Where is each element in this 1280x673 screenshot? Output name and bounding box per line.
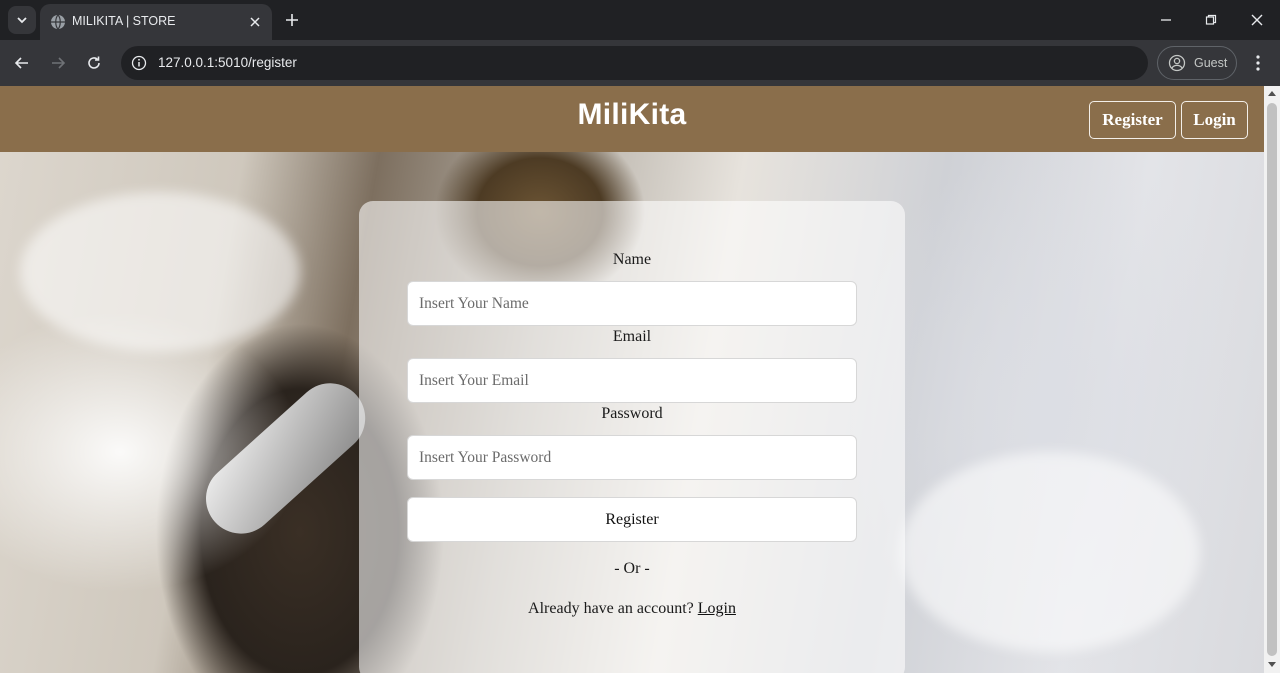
name-label: Name bbox=[612, 251, 652, 268]
register-form-card: Name Email Password Register - Or - Alre… bbox=[359, 201, 905, 673]
reload-button[interactable] bbox=[82, 51, 106, 75]
brand-logo[interactable]: MiliKita bbox=[0, 98, 1264, 132]
tab-title: MILIKITA | STORE bbox=[72, 14, 176, 28]
register-submit-button[interactable]: Register bbox=[407, 497, 857, 542]
password-label: Password bbox=[601, 405, 663, 422]
or-divider: - Or - bbox=[614, 560, 650, 577]
globe-icon bbox=[51, 14, 65, 30]
email-input[interactable] bbox=[407, 358, 857, 403]
nav-register-button[interactable]: Register bbox=[1089, 101, 1176, 139]
more-vertical-icon bbox=[1256, 55, 1260, 71]
scrollbar-thumb[interactable] bbox=[1267, 103, 1277, 656]
account-icon bbox=[1168, 54, 1186, 72]
url-text: 127.0.0.1:5010/register bbox=[158, 55, 297, 70]
login-link[interactable]: Login bbox=[698, 600, 736, 617]
new-tab-button[interactable] bbox=[280, 8, 304, 32]
scoop-image bbox=[191, 368, 380, 549]
tab-search-button[interactable] bbox=[8, 6, 36, 34]
scroll-up-arrow-icon[interactable] bbox=[1268, 91, 1276, 96]
back-button[interactable] bbox=[10, 51, 34, 75]
name-input[interactable] bbox=[407, 281, 857, 326]
arrow-left-icon bbox=[14, 57, 28, 69]
email-label: Email bbox=[612, 328, 652, 345]
browser-tab-active[interactable]: MILIKITA | STORE bbox=[40, 4, 272, 40]
vertical-scrollbar[interactable] bbox=[1264, 86, 1280, 673]
nav-login-button[interactable]: Login bbox=[1181, 101, 1248, 139]
minimize-icon bbox=[1161, 19, 1171, 21]
address-bar[interactable]: 127.0.0.1:5010/register bbox=[121, 46, 1148, 80]
login-prompt: Already have an account? Login bbox=[359, 600, 905, 618]
restore-button[interactable] bbox=[1199, 8, 1223, 32]
profile-button[interactable]: Guest bbox=[1157, 46, 1237, 80]
close-icon bbox=[1251, 14, 1263, 26]
browser-tab-strip: MILIKITA | STORE bbox=[0, 0, 1280, 40]
plus-icon bbox=[286, 14, 298, 26]
page-viewport: MiliKita Register Login Name Email Passw… bbox=[0, 86, 1280, 673]
reload-icon bbox=[88, 56, 100, 69]
site-navbar: MiliKita Register Login bbox=[0, 86, 1264, 152]
forward-button[interactable] bbox=[46, 51, 70, 75]
browser-toolbar: 127.0.0.1:5010/register Guest bbox=[0, 40, 1280, 86]
arrow-right-icon bbox=[52, 57, 66, 69]
chevron-down-icon bbox=[17, 17, 27, 24]
cloth-highlight bbox=[20, 192, 300, 352]
restore-icon bbox=[1205, 14, 1217, 25]
minimize-button[interactable] bbox=[1154, 8, 1178, 32]
close-window-button[interactable] bbox=[1245, 8, 1269, 32]
cloth-highlight bbox=[900, 452, 1200, 652]
info-icon[interactable] bbox=[129, 53, 149, 73]
profile-label: Guest bbox=[1194, 56, 1228, 70]
browser-menu-button[interactable] bbox=[1246, 51, 1270, 75]
password-input[interactable] bbox=[407, 435, 857, 480]
scroll-down-arrow-icon[interactable] bbox=[1268, 662, 1276, 667]
have-account-text: Already have an account? bbox=[528, 600, 694, 617]
tab-close-icon[interactable] bbox=[246, 13, 264, 31]
